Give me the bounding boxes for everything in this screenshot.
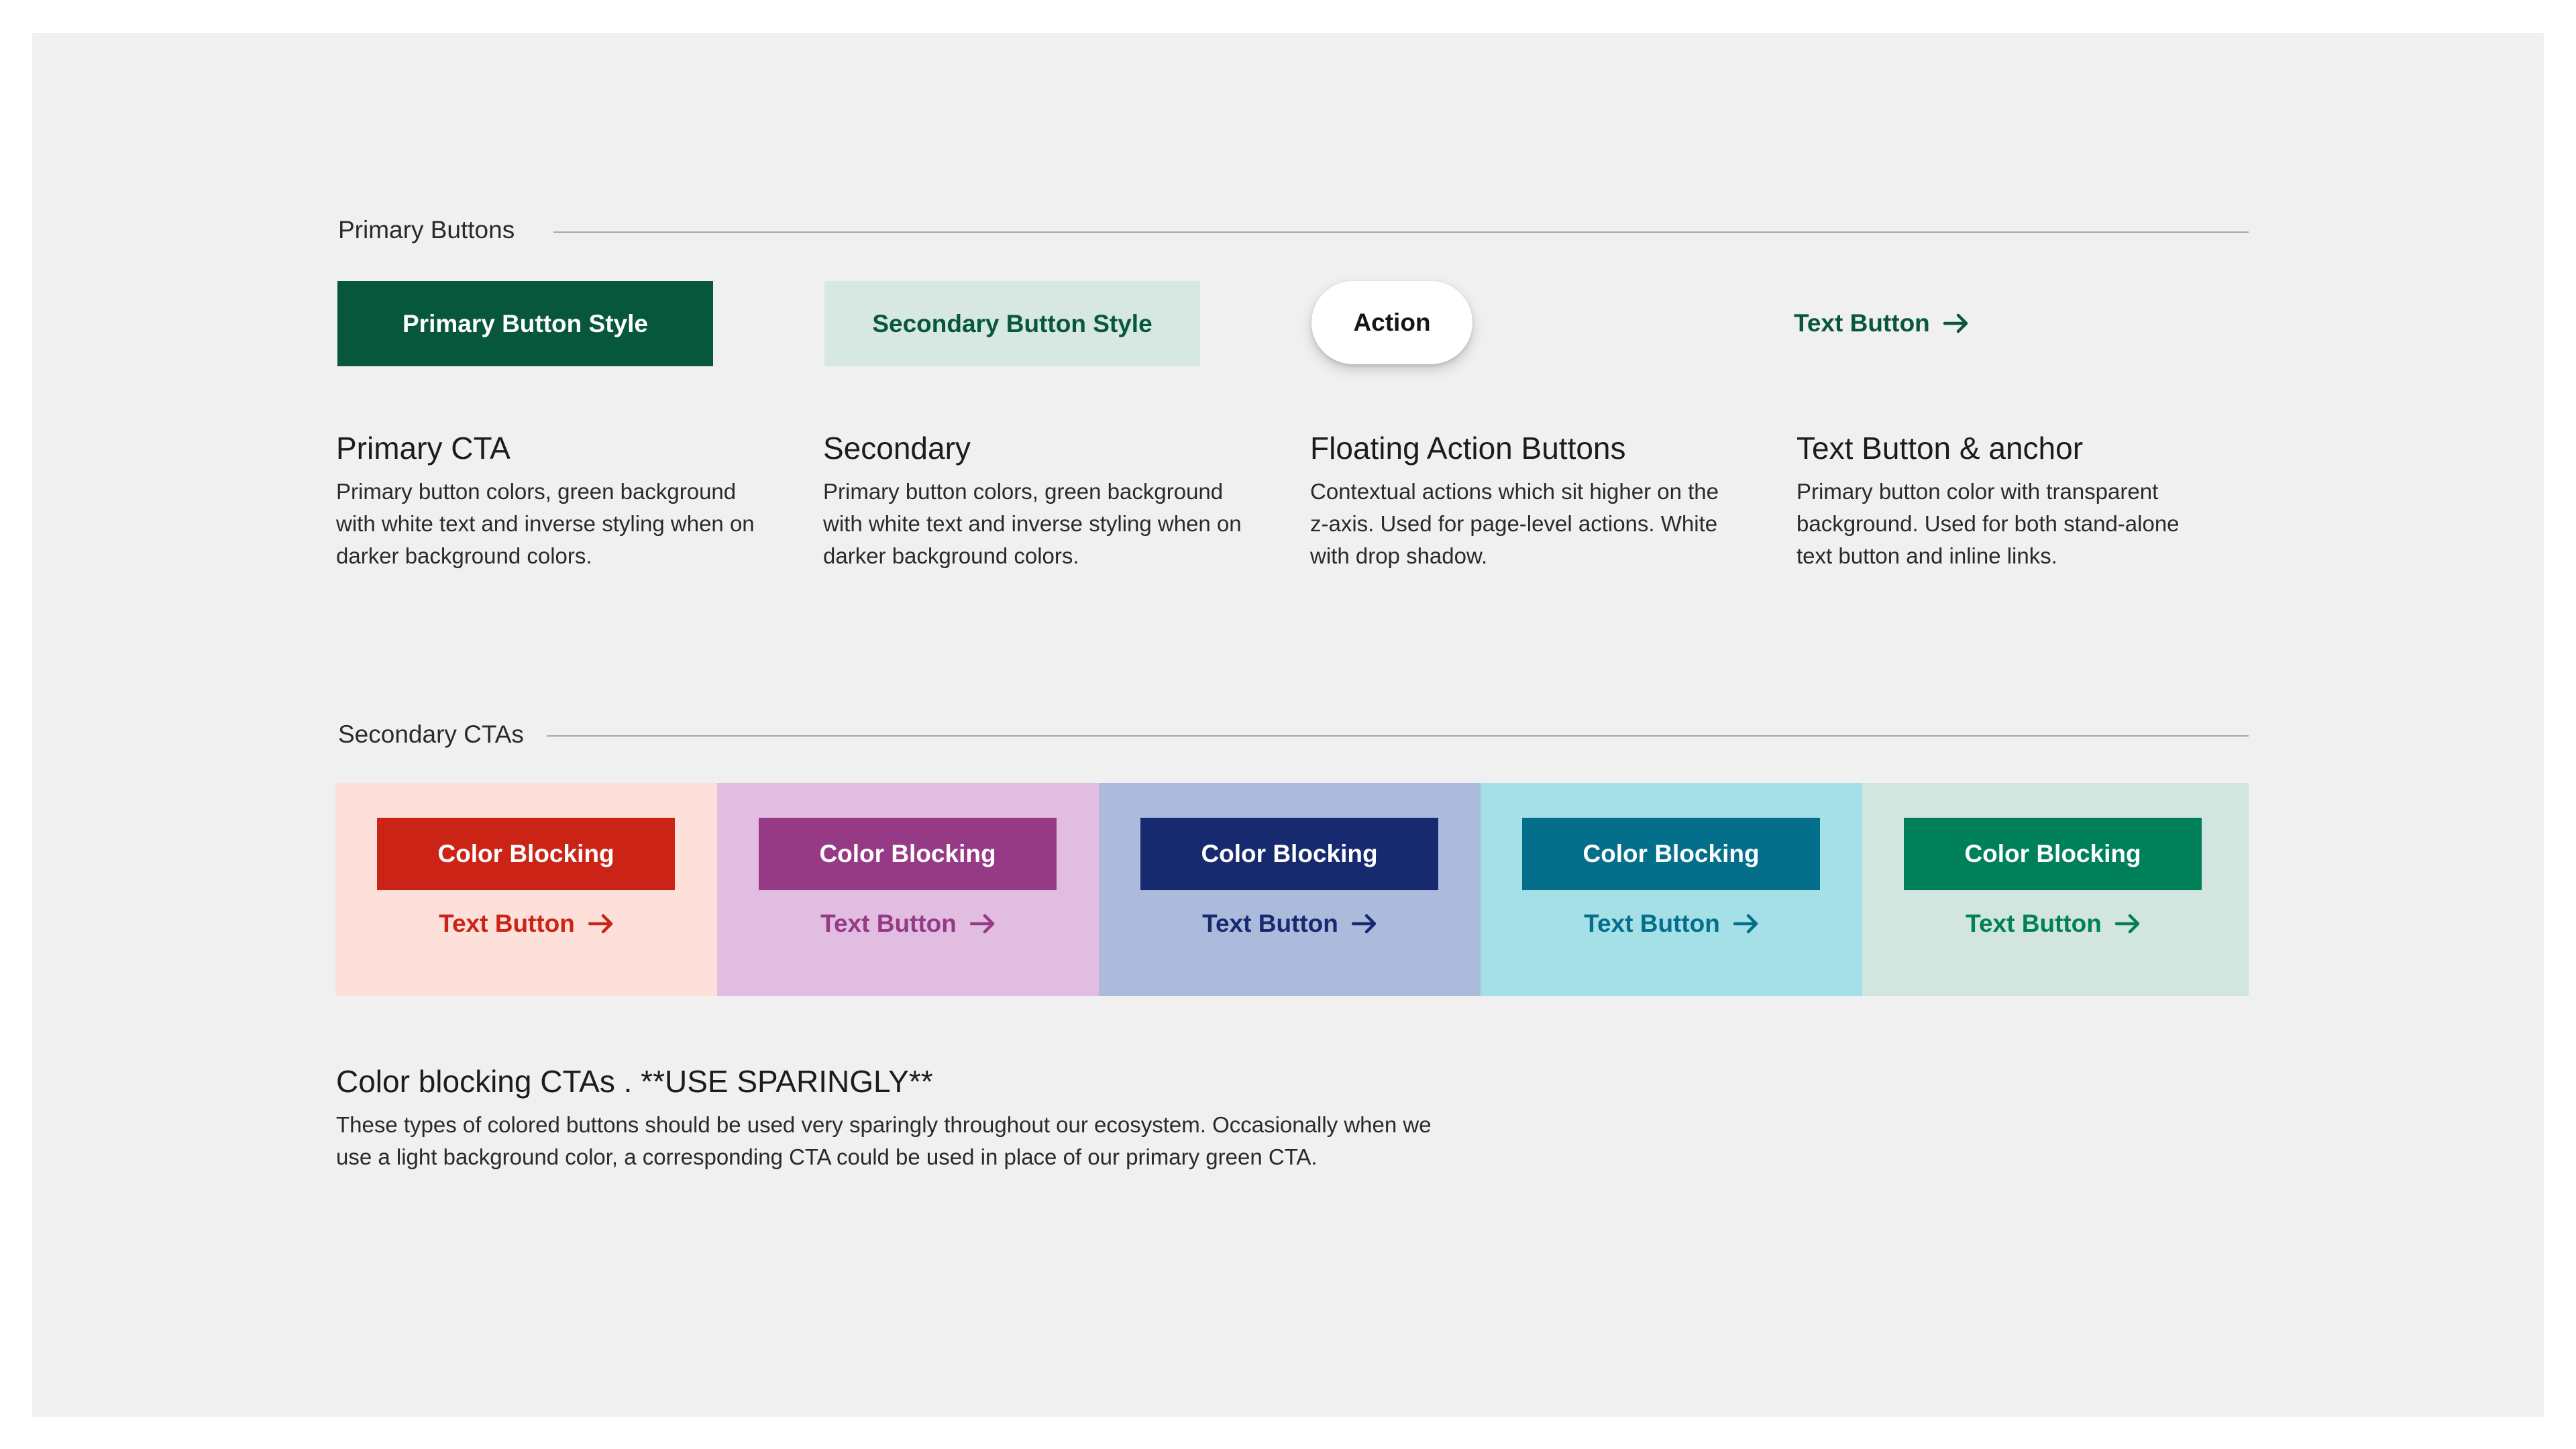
card-description-line: Contextual actions which sit higher on t… bbox=[1310, 479, 1719, 504]
color-blocking-button[interactable]: Color Blocking bbox=[1522, 818, 1820, 890]
section-label-primary-buttons: Primary Buttons bbox=[338, 216, 515, 244]
floating-action-button[interactable]: Action bbox=[1311, 281, 1472, 364]
arrow-right-icon bbox=[2114, 914, 2140, 934]
section-label-secondary-ctas: Secondary CTAs bbox=[338, 720, 524, 748]
card-description-line: Primary button color with transparent bbox=[1796, 479, 2159, 504]
card-description-line: Primary button colors, green background bbox=[823, 479, 1224, 504]
color-block-panel-red: Color Blocking Text Button bbox=[335, 783, 717, 996]
card-title: Primary CTA bbox=[336, 431, 511, 466]
card-secondary: Secondary Primary button colors, green b… bbox=[823, 430, 1266, 572]
panel-text-button[interactable]: Text Button bbox=[1099, 905, 1481, 943]
card-description-line: with white text and inverse styling when… bbox=[336, 511, 755, 536]
panel-text-button[interactable]: Text Button bbox=[1862, 905, 2244, 943]
panel-text-button[interactable]: Text Button bbox=[335, 905, 717, 943]
card-title: Floating Action Buttons bbox=[1310, 431, 1626, 466]
card-description: Primary button colors, green background … bbox=[336, 476, 779, 572]
card-title: Text Button & anchor bbox=[1796, 431, 2084, 466]
color-block-panel-green: Color Blocking Text Button bbox=[1862, 783, 2249, 996]
arrow-right-icon bbox=[1733, 914, 1758, 934]
card-text-button-anchor: Text Button & anchor Primary button colo… bbox=[1796, 430, 2239, 572]
card-description: Primary button colors, green background … bbox=[823, 476, 1266, 572]
section-divider bbox=[547, 735, 2249, 737]
card-description-line: Primary button colors, green background bbox=[336, 479, 737, 504]
text-button-label: Text Button bbox=[1794, 309, 1930, 337]
color-blocking-button[interactable]: Color Blocking bbox=[377, 818, 675, 890]
text-button-label: Text Button bbox=[1966, 910, 2102, 937]
text-button-label: Text Button bbox=[1202, 910, 1338, 937]
color-blocking-button[interactable]: Color Blocking bbox=[759, 818, 1057, 890]
color-blocking-note: Color blocking CTAs . **USE SPARINGLY** … bbox=[336, 1063, 1678, 1173]
panel-text-button[interactable]: Text Button bbox=[1481, 905, 1862, 943]
arrow-right-icon bbox=[588, 914, 613, 934]
note-title: Color blocking CTAs . **USE SPARINGLY** bbox=[336, 1064, 933, 1099]
card-description-line: darker background colors. bbox=[823, 543, 1079, 568]
color-block-panel-navy: Color Blocking Text Button bbox=[1099, 783, 1481, 996]
text-button-label: Text Button bbox=[820, 910, 957, 937]
card-description: Contextual actions which sit higher on t… bbox=[1310, 476, 1753, 572]
card-description-line: text button and inline links. bbox=[1796, 543, 2057, 568]
arrow-right-icon bbox=[1351, 914, 1377, 934]
note-description-line: use a light background color, a correspo… bbox=[336, 1144, 1318, 1169]
card-description-line: background. Used for both stand-alone bbox=[1796, 511, 2180, 536]
text-button-label: Text Button bbox=[1584, 910, 1720, 937]
card-description-line: z-axis. Used for page-level actions. Whi… bbox=[1310, 511, 1718, 536]
section-divider bbox=[553, 231, 2249, 233]
card-description: Primary button color with transparent ba… bbox=[1796, 476, 2239, 572]
color-blocking-button[interactable]: Color Blocking bbox=[1904, 818, 2202, 890]
arrow-right-icon bbox=[969, 914, 995, 934]
color-block-panel-teal: Color Blocking Text Button bbox=[1481, 783, 1862, 996]
card-description-line: darker background colors. bbox=[336, 543, 592, 568]
note-description-line: These types of colored buttons should be… bbox=[336, 1112, 1432, 1137]
arrow-right-icon bbox=[1943, 313, 1968, 333]
panel-text-button[interactable]: Text Button bbox=[717, 905, 1099, 943]
secondary-button[interactable]: Secondary Button Style bbox=[824, 281, 1200, 366]
card-floating-action-buttons: Floating Action Buttons Contextual actio… bbox=[1310, 430, 1753, 572]
card-title: Secondary bbox=[823, 431, 971, 466]
design-canvas: Primary Buttons Primary Button Style Sec… bbox=[32, 33, 2544, 1417]
card-description-line: with drop shadow. bbox=[1310, 543, 1488, 568]
card-primary-cta: Primary CTA Primary button colors, green… bbox=[336, 430, 779, 572]
card-description-line: with white text and inverse styling when… bbox=[823, 511, 1242, 536]
color-block-panel-purple: Color Blocking Text Button bbox=[717, 783, 1099, 996]
text-button[interactable]: Text Button bbox=[1794, 305, 1969, 342]
color-blocking-button[interactable]: Color Blocking bbox=[1140, 818, 1438, 890]
note-description: These types of colored buttons should be… bbox=[336, 1109, 1678, 1173]
text-button-label: Text Button bbox=[439, 910, 575, 937]
primary-button[interactable]: Primary Button Style bbox=[337, 281, 713, 366]
